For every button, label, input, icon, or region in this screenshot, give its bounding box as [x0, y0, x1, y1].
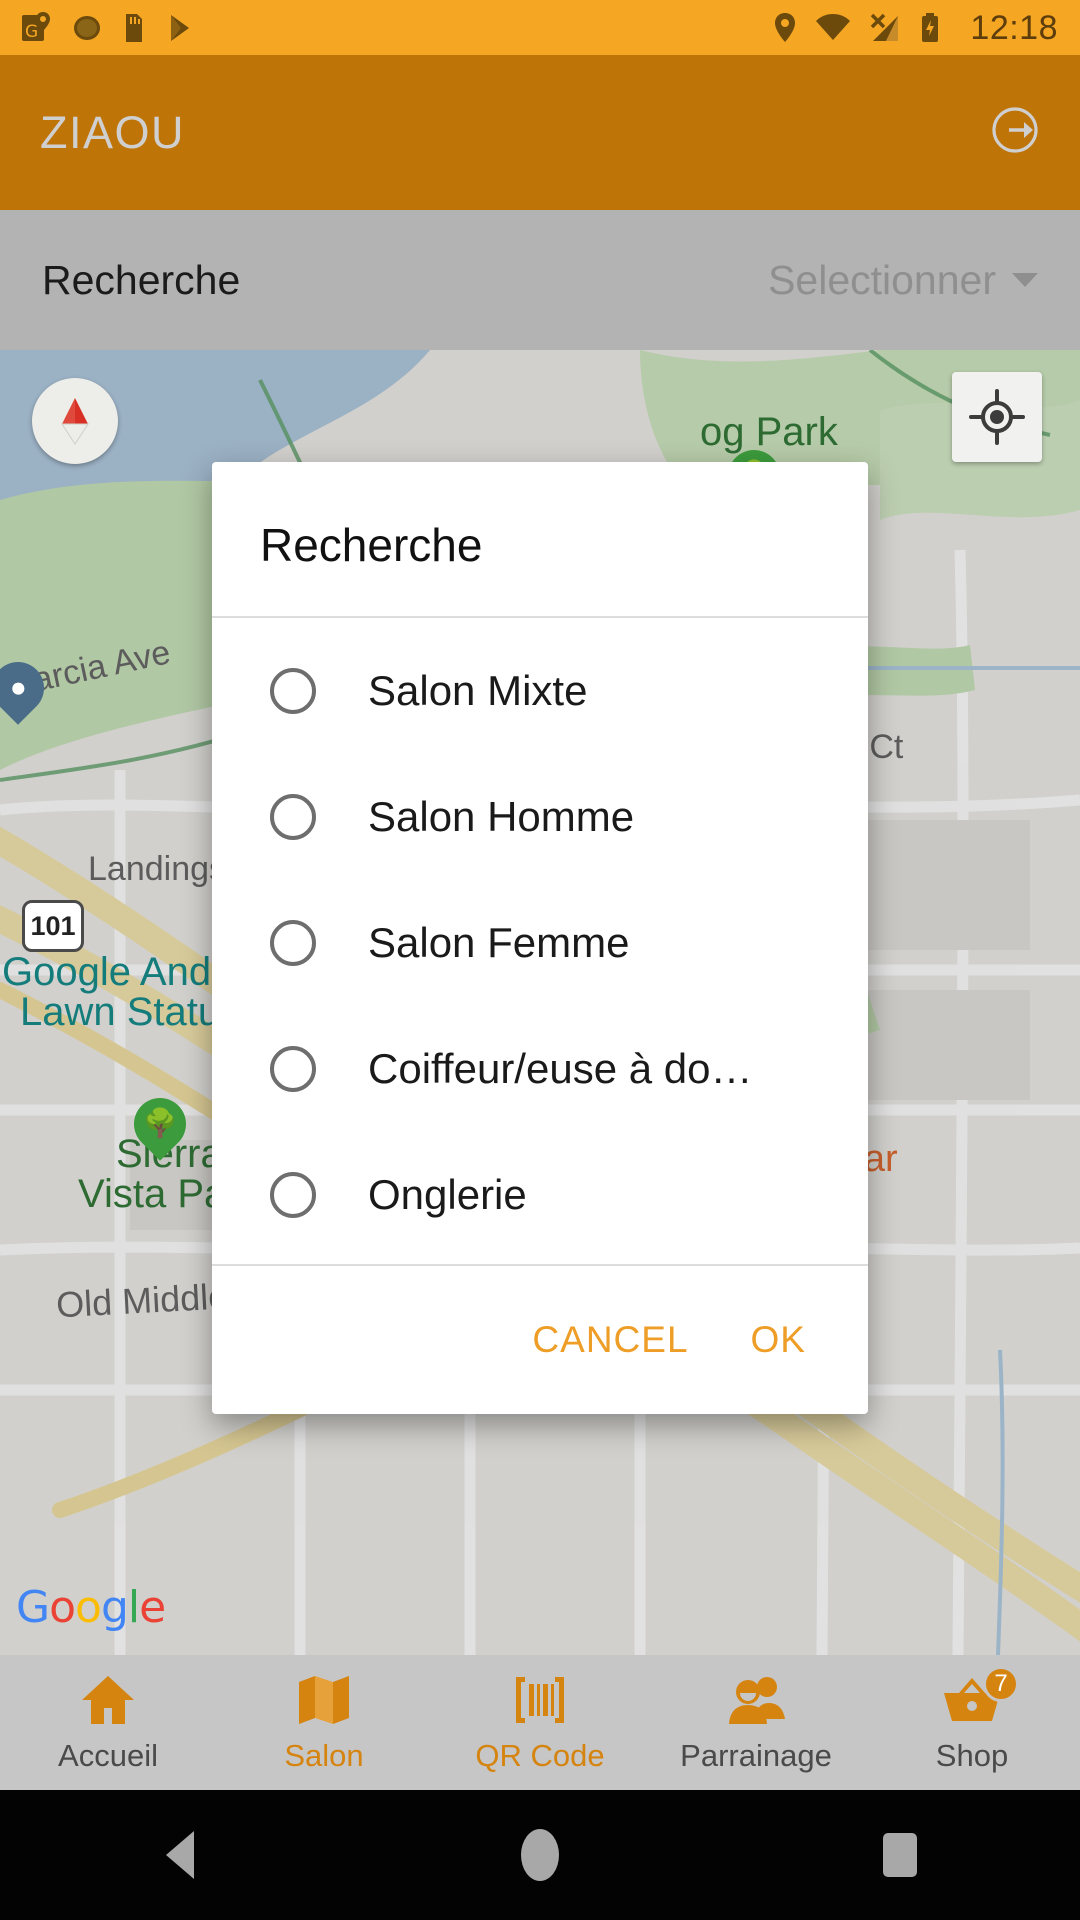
radio-button-icon[interactable] — [270, 920, 316, 966]
nav-icon-wrap — [296, 1672, 352, 1728]
highway-shield: 101 — [22, 900, 84, 952]
dialog-option-row[interactable]: Salon Mixte — [212, 628, 868, 754]
location-icon — [775, 12, 796, 42]
nav-item-shop[interactable]: 7 Shop — [864, 1655, 1080, 1790]
google-attribution-logo: Google — [16, 1582, 166, 1633]
phone-screen: G 12:18 ZIAOU Recherche Selectionner Gar… — [0, 0, 1080, 1920]
dialog-option-row[interactable]: Salon Homme — [212, 754, 868, 880]
dialog-option-label: Coiffeur/euse à do… — [368, 1045, 753, 1092]
back-triangle-icon — [166, 1831, 194, 1879]
radio-button-icon[interactable] — [270, 1172, 316, 1218]
ok-button[interactable]: OK — [725, 1301, 832, 1379]
dialog-option-row[interactable]: Onglerie — [212, 1132, 868, 1258]
barcode-icon — [516, 1676, 564, 1723]
map-icon — [299, 1675, 349, 1724]
nav-label: Salon — [284, 1737, 364, 1773]
category-select-value: Selectionner — [768, 256, 996, 303]
recherche-dialog: Recherche Salon Mixte Salon Homme Salon … — [212, 462, 868, 1414]
recents-square-icon — [883, 1833, 917, 1877]
my-location-button[interactable] — [952, 372, 1042, 462]
status-bar-left-icons: G — [22, 11, 196, 44]
dialog-option-label: Onglerie — [368, 1171, 527, 1218]
shop-badge: 7 — [983, 1665, 1019, 1702]
dialog-option-label: Salon Homme — [368, 793, 635, 840]
bottom-navigation: Accueil Salon QR Code Parrainage 7 Shop — [0, 1655, 1080, 1790]
dialog-option-row[interactable]: Coiffeur/euse à do… — [212, 1006, 868, 1132]
nav-item-parrainage[interactable]: Parrainage — [648, 1655, 864, 1790]
nav-icon-wrap: 7 — [941, 1665, 1019, 1728]
sd-card-icon — [126, 13, 142, 42]
clock-icon — [74, 15, 100, 40]
status-bar-clock: 12:18 — [970, 8, 1058, 47]
logout-icon — [992, 107, 1038, 153]
back-button[interactable] — [80, 1790, 280, 1920]
dialog-option-label: Salon Femme — [368, 919, 630, 966]
dialog-option-label: Salon Mixte — [368, 667, 588, 714]
battery-charging-icon — [922, 12, 939, 42]
logout-button[interactable] — [982, 101, 1040, 164]
cancel-button[interactable]: CANCEL — [506, 1301, 714, 1379]
radio-button-icon[interactable] — [270, 668, 316, 714]
category-select[interactable]: Selectionner — [768, 257, 1038, 304]
dialog-option-list: Salon Mixte Salon Homme Salon Femme Coif… — [212, 618, 868, 1264]
no-sim-signal-icon — [871, 13, 899, 41]
radio-button-icon[interactable] — [270, 794, 316, 840]
nav-label: QR Code — [475, 1737, 605, 1773]
radio-button-icon[interactable] — [270, 1046, 316, 1092]
play-store-icon — [171, 14, 189, 41]
recents-button[interactable] — [800, 1790, 1000, 1920]
status-bar-right-icons: 12:18 — [772, 11, 1058, 45]
wifi-icon — [816, 13, 851, 40]
app-bar: ZIAOU — [0, 55, 1080, 210]
google-maps-icon: G — [22, 11, 50, 42]
nav-item-qr-code[interactable]: QR Code — [432, 1655, 648, 1790]
nav-label: Shop — [935, 1737, 1009, 1773]
android-system-navigation — [0, 1790, 1080, 1920]
svg-text:G: G — [25, 22, 38, 42]
dialog-action-bar: CANCEL OK — [212, 1266, 868, 1414]
nav-item-salon[interactable]: Salon — [216, 1655, 432, 1790]
my-location-icon — [969, 389, 1025, 445]
chevron-down-icon — [1012, 273, 1038, 287]
people-icon — [729, 1676, 785, 1724]
nav-label: Accueil — [58, 1737, 158, 1773]
home-circle-icon — [521, 1829, 559, 1881]
dialog-title: Recherche — [260, 519, 483, 571]
nav-icon-wrap — [80, 1672, 136, 1728]
home-button[interactable] — [440, 1790, 640, 1920]
home-icon — [82, 1675, 134, 1724]
status-bar: G 12:18 — [0, 0, 1080, 55]
dialog-option-row[interactable]: Salon Femme — [212, 880, 868, 1006]
nav-label: Parrainage — [680, 1737, 832, 1773]
compass-button[interactable] — [32, 378, 118, 464]
nav-icon-wrap — [512, 1672, 568, 1728]
search-filter-row: Recherche Selectionner — [0, 210, 1080, 350]
compass-icon — [61, 398, 89, 445]
nav-icon-wrap — [727, 1672, 785, 1728]
search-label: Recherche — [42, 256, 241, 303]
nav-item-accueil[interactable]: Accueil — [0, 1655, 216, 1790]
app-title: ZIAOU — [40, 106, 186, 158]
